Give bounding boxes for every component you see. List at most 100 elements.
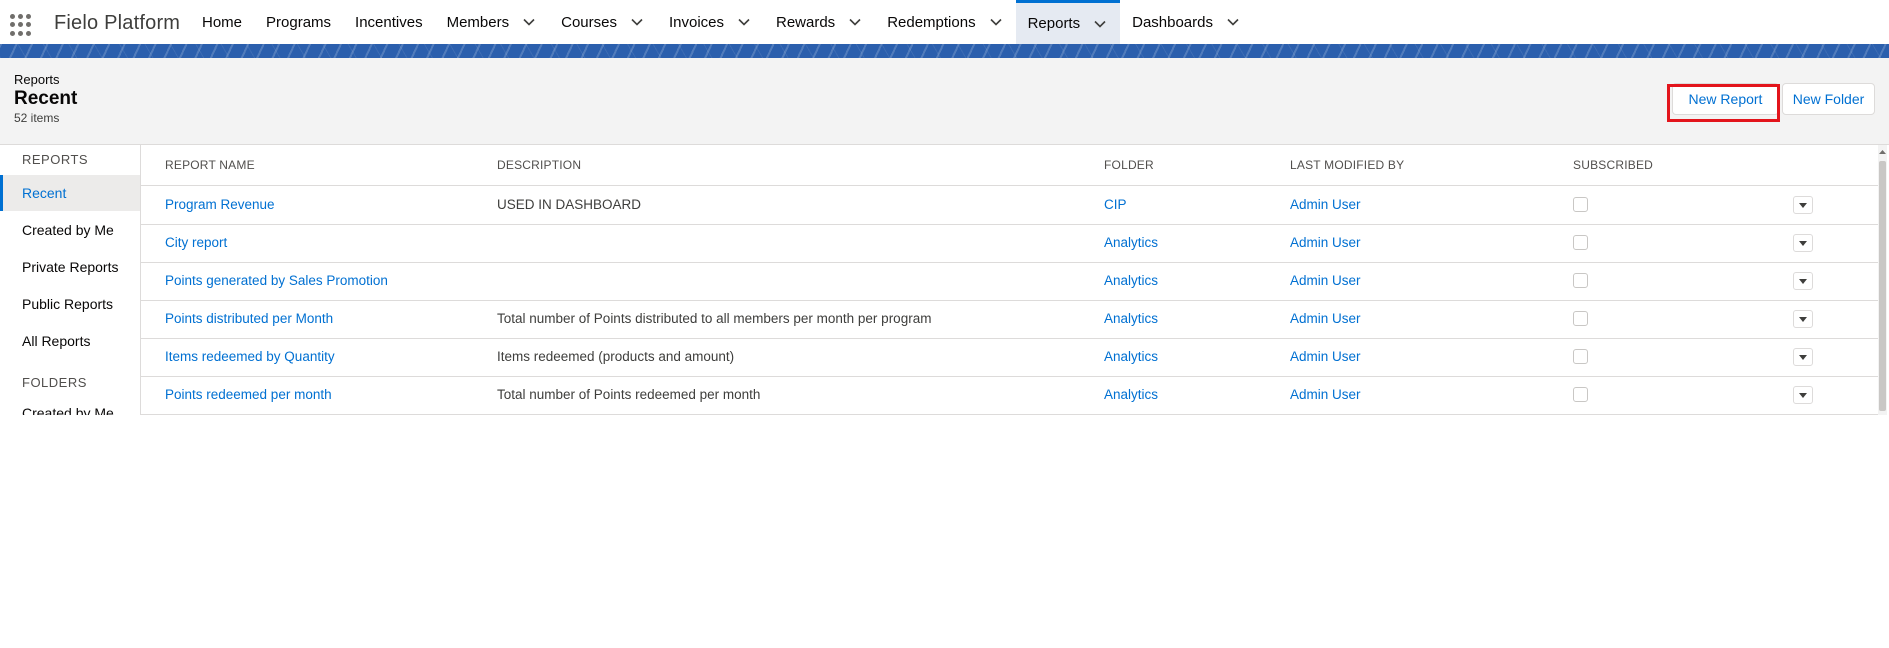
chevron-down-icon[interactable]: [629, 14, 645, 30]
modified-by-link[interactable]: Admin User: [1290, 197, 1361, 212]
app-launcher-icon[interactable]: [10, 14, 32, 36]
nav-tab-label: Home: [202, 13, 243, 31]
report-name-link[interactable]: Points generated by Sales Promotion: [165, 273, 388, 288]
reports-table: REPORT NAME DESCRIPTION FOLDER LAST MODI…: [140, 145, 1881, 415]
report-description: USED IN DASHBOARD: [497, 197, 642, 212]
sidebar-folder-created-by-me[interactable]: Created by Me: [0, 395, 140, 415]
nav-tab-incentives[interactable]: Incentives: [343, 0, 435, 44]
report-description: Total number of Points distributed to al…: [497, 311, 932, 326]
down-arrow-icon: [1799, 317, 1807, 322]
report-name-link[interactable]: Program Revenue: [165, 197, 275, 212]
sidebar-item-all-reports[interactable]: All Reports: [0, 323, 140, 359]
col-last-modified-by[interactable]: LAST MODIFIED BY: [1290, 158, 1404, 172]
subscribe-checkbox[interactable]: [1573, 273, 1588, 288]
table-row: Points redeemed per month Total number of…: [141, 376, 1881, 415]
row-actions-button[interactable]: [1793, 310, 1813, 328]
subscribe-checkbox[interactable]: [1573, 349, 1588, 364]
down-arrow-icon: [1799, 203, 1807, 208]
row-actions-button[interactable]: [1793, 234, 1813, 252]
col-report-name[interactable]: REPORT NAME: [165, 158, 255, 172]
scroll-up-icon[interactable]: [1878, 147, 1887, 157]
folder-link[interactable]: Analytics: [1104, 311, 1158, 326]
table-row: City report Analytics Admin User: [141, 224, 1881, 263]
chevron-down-icon[interactable]: [1092, 16, 1108, 32]
chevron-down-icon[interactable]: [736, 14, 752, 30]
chevron-down-icon[interactable]: [521, 14, 537, 30]
reports-sidebar: REPORTS Recent Created by Me Private Rep…: [0, 145, 140, 415]
nav-tab-dashboards[interactable]: Dashboards: [1120, 0, 1253, 44]
nav-tab-label: Reports: [1027, 15, 1081, 32]
nav-tab-label: Programs: [266, 13, 332, 31]
nav-tab-label: Rewards: [776, 13, 836, 31]
report-name-link[interactable]: Items redeemed by Quantity: [165, 349, 335, 364]
modified-by-link[interactable]: Admin User: [1290, 273, 1361, 288]
report-name-link[interactable]: Points redeemed per month: [165, 387, 332, 402]
table-row: Program Revenue USED IN DASHBOARD CIP Admin…: [141, 186, 1881, 225]
row-actions-button[interactable]: [1793, 348, 1813, 366]
nav-tab-programs[interactable]: Programs: [254, 0, 343, 44]
global-nav: Fielo Platform Home Programs Incentives Mem…: [0, 0, 1889, 45]
col-folder[interactable]: FOLDER: [1104, 158, 1154, 172]
chevron-down-icon[interactable]: [1225, 14, 1241, 30]
table-row: Points generated by Sales Promotion Analy…: [141, 262, 1881, 301]
folder-link[interactable]: Analytics: [1104, 349, 1158, 364]
nav-tab-members[interactable]: Members: [435, 0, 550, 44]
report-description: Total number of Points redeemed per mont…: [497, 387, 761, 402]
item-count: 52 items: [14, 111, 60, 125]
nav-tab-label: Redemptions: [887, 13, 976, 31]
table-scrollbar[interactable]: [1878, 145, 1887, 415]
folder-link[interactable]: Analytics: [1104, 387, 1158, 402]
chevron-down-icon[interactable]: [847, 14, 863, 30]
page-header: Reports Recent 52 items New Report New F…: [0, 58, 1889, 145]
modified-by-link[interactable]: Admin User: [1290, 349, 1361, 364]
object-label: Reports: [14, 72, 60, 87]
reports-heading: REPORTS: [22, 152, 89, 167]
col-description[interactable]: DESCRIPTION: [497, 158, 581, 172]
subscribe-checkbox[interactable]: [1573, 311, 1588, 326]
modified-by-link[interactable]: Admin User: [1290, 387, 1361, 402]
sidebar-item-recent[interactable]: Recent: [0, 175, 140, 211]
modified-by-link[interactable]: Admin User: [1290, 235, 1361, 250]
subscribe-checkbox[interactable]: [1573, 235, 1588, 250]
modified-by-link[interactable]: Admin User: [1290, 311, 1361, 326]
down-arrow-icon: [1799, 355, 1807, 360]
nav-tab-courses[interactable]: Courses: [549, 0, 657, 44]
row-actions-button[interactable]: [1793, 386, 1813, 404]
nav-tab-label: Dashboards: [1132, 13, 1213, 31]
sidebar-item-public-reports[interactable]: Public Reports: [0, 286, 140, 322]
nav-tab-label: Courses: [561, 13, 617, 31]
app-name: Fielo Platform: [54, 12, 181, 34]
nav-tab-invoices[interactable]: Invoices: [657, 0, 764, 44]
folder-link[interactable]: Analytics: [1104, 273, 1158, 288]
new-folder-button[interactable]: New Folder: [1782, 83, 1875, 115]
new-report-button[interactable]: New Report: [1672, 83, 1779, 115]
nav-tab-label: Members: [446, 13, 510, 31]
table-row: Points distributed per Month Total number…: [141, 300, 1881, 339]
nav-tab-label: Invoices: [668, 13, 724, 31]
folders-heading: FOLDERS: [22, 375, 87, 390]
nav-tab-redemptions[interactable]: Redemptions: [875, 0, 1015, 44]
scroll-thumb[interactable]: [1879, 161, 1886, 411]
subscribe-checkbox[interactable]: [1573, 387, 1588, 402]
folder-link[interactable]: CIP: [1104, 197, 1127, 212]
nav-tab-label: Incentives: [355, 13, 423, 31]
down-arrow-icon: [1799, 279, 1807, 284]
decorative-banner: [0, 44, 1889, 58]
table-row: Items redeemed by Quantity Items redeemed…: [141, 338, 1881, 377]
folder-link[interactable]: Analytics: [1104, 235, 1158, 250]
row-actions-button[interactable]: [1793, 196, 1813, 214]
nav-tab-home[interactable]: Home: [190, 0, 254, 44]
row-actions-button[interactable]: [1793, 272, 1813, 290]
report-name-link[interactable]: City report: [165, 235, 227, 250]
nav-tab-rewards[interactable]: Rewards: [764, 0, 875, 44]
down-arrow-icon: [1799, 241, 1807, 246]
sidebar-item-private-reports[interactable]: Private Reports: [0, 249, 140, 285]
page-title: Recent: [14, 88, 78, 109]
nav-tab-reports[interactable]: Reports: [1015, 0, 1121, 44]
chevron-down-icon[interactable]: [988, 14, 1004, 30]
report-name-link[interactable]: Points distributed per Month: [165, 311, 333, 326]
col-subscribed[interactable]: SUBSCRIBED: [1573, 158, 1653, 172]
sidebar-item-created-by-me[interactable]: Created by Me: [0, 212, 140, 248]
subscribe-checkbox[interactable]: [1573, 197, 1588, 212]
down-arrow-icon: [1799, 393, 1807, 398]
